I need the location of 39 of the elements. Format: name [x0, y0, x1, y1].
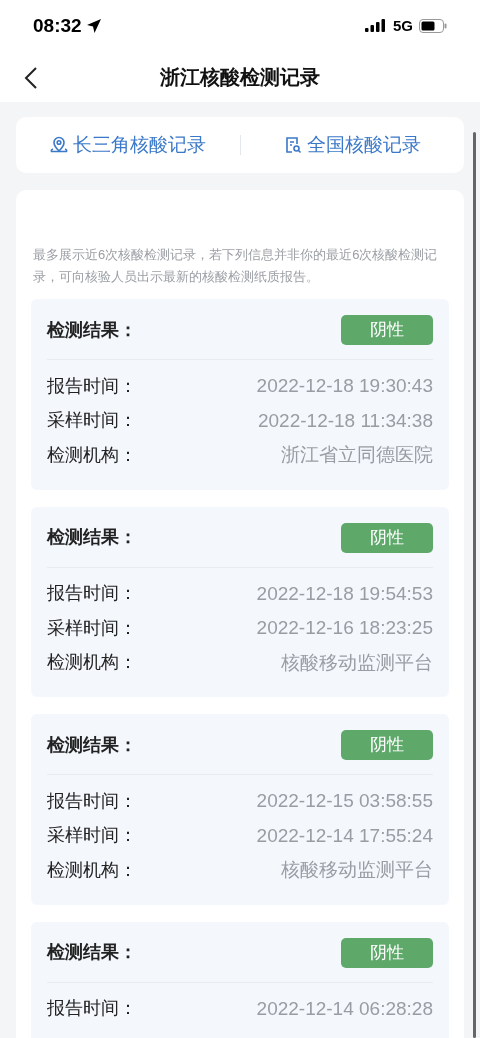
field-value: 2022-12-18 11:34:38 — [257, 408, 433, 433]
field-value: 2022-12-16 18:23:25 — [256, 616, 433, 640]
field-label: 检测机构： — [47, 858, 137, 882]
document-search-icon — [283, 135, 304, 155]
field-value: 2022-12-14 06:28:28 — [256, 996, 433, 1021]
field-value: 2022-12-15 03:58:55 — [256, 789, 433, 813]
result-tag: 阴性 — [341, 315, 433, 345]
field-label: 检测机构： — [47, 443, 137, 467]
result-label: 检测结果： — [47, 733, 137, 757]
result-label: 检测结果： — [47, 941, 137, 964]
signal-icon — [365, 19, 387, 33]
field-label: 报告时间： — [47, 374, 137, 398]
result-tag: 阴性 — [341, 730, 433, 760]
result-label: 检测结果： — [47, 526, 137, 549]
field-value: 2022-12-18 19:54:53 — [256, 581, 433, 606]
field-value: 2022-12-18 19:30:43 — [256, 374, 433, 398]
field-value: 核酸移动监测平台 — [281, 650, 433, 675]
network-label: 5G — [393, 15, 413, 36]
result-tag: 阴性 — [341, 522, 433, 553]
field-label: 报告时间： — [47, 997, 137, 1021]
field-value: 2022-12-14 17:55:24 — [256, 823, 433, 848]
field-value: 浙江省立同德医院 — [281, 443, 433, 467]
page-title: 浙江核酸检测记录 — [160, 65, 320, 90]
result-label: 检测结果： — [47, 318, 137, 342]
location-arrow-icon — [85, 18, 102, 34]
field-label: 采样时间： — [47, 824, 137, 848]
field-value: 核酸移动监测平台 — [281, 858, 433, 882]
notice-text: 最多展示近6次核酸检测记录，若下列信息并非你的最近6次核酸检测记录，可向核验人员出示最新的核酸检测纸质报告。 — [32, 246, 439, 286]
field-label: 报告时间： — [47, 789, 137, 813]
clock-time: 08:32 — [33, 13, 82, 38]
record-tab[interactable]: 长三角核酸记录 — [16, 130, 240, 160]
result-tag: 阴性 — [341, 937, 433, 968]
battery-icon — [419, 19, 447, 33]
field-label: 检测机构： — [47, 651, 137, 675]
field-label: 报告时间： — [47, 582, 137, 606]
field-label: 采样时间： — [47, 616, 137, 640]
map-pin-icon — [49, 135, 70, 155]
field-label: 采样时间： — [47, 409, 137, 433]
record-tab[interactable]: 全国核酸记录 — [240, 130, 464, 160]
